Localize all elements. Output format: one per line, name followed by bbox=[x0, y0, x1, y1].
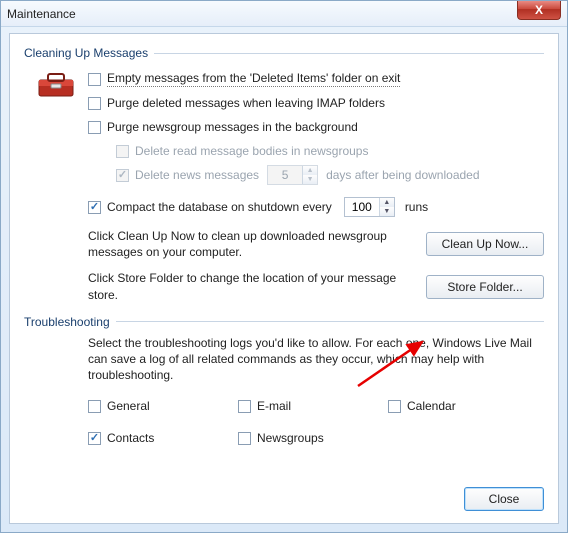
email-checkbox[interactable] bbox=[238, 400, 251, 413]
compact-suffix: runs bbox=[405, 200, 428, 214]
clean-up-now-button[interactable]: Clean Up Now... bbox=[426, 232, 544, 256]
purge-newsgroup-label: Purge newsgroup messages in the backgrou… bbox=[107, 120, 358, 134]
delete-news-label: Delete news messages bbox=[135, 168, 259, 182]
toolbox-icon bbox=[36, 70, 76, 100]
delete-news-suffix: days after being downloaded bbox=[326, 168, 479, 182]
cleaning-group-header: Cleaning Up Messages bbox=[24, 46, 544, 60]
store-folder-description: Click Store Folder to change the locatio… bbox=[88, 270, 414, 302]
compact-label: Compact the database on shutdown every bbox=[107, 200, 332, 214]
titlebar: Maintenance X bbox=[1, 1, 567, 27]
general-checkbox[interactable] bbox=[88, 400, 101, 413]
divider bbox=[116, 321, 544, 322]
close-button[interactable]: Close bbox=[464, 487, 544, 511]
delete-news-days-input bbox=[268, 166, 302, 184]
troubleshooting-group-header: Troubleshooting bbox=[24, 315, 544, 329]
newsgroups-checkbox[interactable] bbox=[238, 432, 251, 445]
email-label: E-mail bbox=[257, 399, 291, 413]
delete-read-bodies-label: Delete read message bodies in newsgroups bbox=[135, 144, 368, 158]
chevron-up-icon[interactable]: ▲ bbox=[380, 198, 394, 207]
newsgroups-label: Newsgroups bbox=[257, 431, 324, 445]
troubleshooting-group-label: Troubleshooting bbox=[24, 315, 116, 329]
contacts-checkbox[interactable] bbox=[88, 432, 101, 445]
delete-news-days-spinner: ▲▼ bbox=[267, 165, 318, 185]
chevron-down-icon: ▼ bbox=[303, 175, 317, 184]
calendar-checkbox[interactable] bbox=[388, 400, 401, 413]
chevron-down-icon[interactable]: ▼ bbox=[380, 207, 394, 216]
compact-runs-spinner[interactable]: ▲▼ bbox=[344, 197, 395, 217]
calendar-label: Calendar bbox=[407, 399, 456, 413]
delete-news-checkbox bbox=[116, 169, 129, 182]
purge-imap-checkbox[interactable] bbox=[88, 97, 101, 110]
maintenance-window: Maintenance X Cleaning Up Messages bbox=[0, 0, 568, 533]
purge-newsgroup-checkbox[interactable] bbox=[88, 121, 101, 134]
empty-deleted-label: Empty messages from the 'Deleted Items' … bbox=[107, 71, 400, 87]
divider bbox=[154, 53, 544, 54]
delete-read-bodies-checkbox bbox=[116, 145, 129, 158]
compact-checkbox[interactable] bbox=[88, 201, 101, 214]
client-area: Cleaning Up Messages Empty messages fr bbox=[9, 33, 559, 524]
close-window-button[interactable]: X bbox=[517, 1, 561, 20]
general-label: General bbox=[107, 399, 150, 413]
chevron-up-icon: ▲ bbox=[303, 166, 317, 175]
store-folder-button[interactable]: Store Folder... bbox=[426, 275, 544, 299]
compact-runs-input[interactable] bbox=[345, 198, 379, 216]
purge-imap-label: Purge deleted messages when leaving IMAP… bbox=[107, 96, 385, 110]
close-icon: X bbox=[535, 3, 543, 17]
cleanup-description: Click Clean Up Now to clean up downloade… bbox=[88, 228, 414, 260]
empty-deleted-checkbox[interactable] bbox=[88, 73, 101, 86]
cleaning-group-label: Cleaning Up Messages bbox=[24, 46, 154, 60]
window-title: Maintenance bbox=[7, 7, 76, 21]
troubleshooting-description: Select the troubleshooting logs you'd li… bbox=[88, 335, 544, 384]
contacts-label: Contacts bbox=[107, 431, 154, 445]
